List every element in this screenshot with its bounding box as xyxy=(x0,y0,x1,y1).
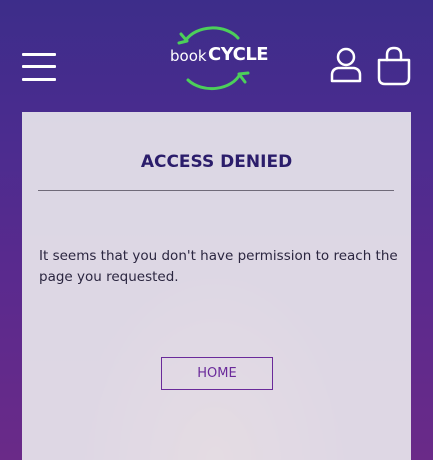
shopping-bag-icon[interactable] xyxy=(376,46,412,86)
error-message: It seems that you don't have permission … xyxy=(39,248,398,285)
access-denied-panel: ACCESS DENIED It seems that you don't ha… xyxy=(22,112,411,460)
divider xyxy=(38,190,394,191)
site-header: book CYCLE xyxy=(0,0,433,112)
page-title: ACCESS DENIED xyxy=(140,152,293,172)
user-icon[interactable] xyxy=(330,47,362,83)
bookcycle-logo[interactable]: book CYCLE xyxy=(168,26,269,92)
hamburger-menu-icon[interactable] xyxy=(22,53,56,81)
logo-name: CYCLE xyxy=(208,44,269,65)
home-button[interactable]: HOME xyxy=(161,357,273,390)
logo-prefix: book xyxy=(170,47,207,65)
